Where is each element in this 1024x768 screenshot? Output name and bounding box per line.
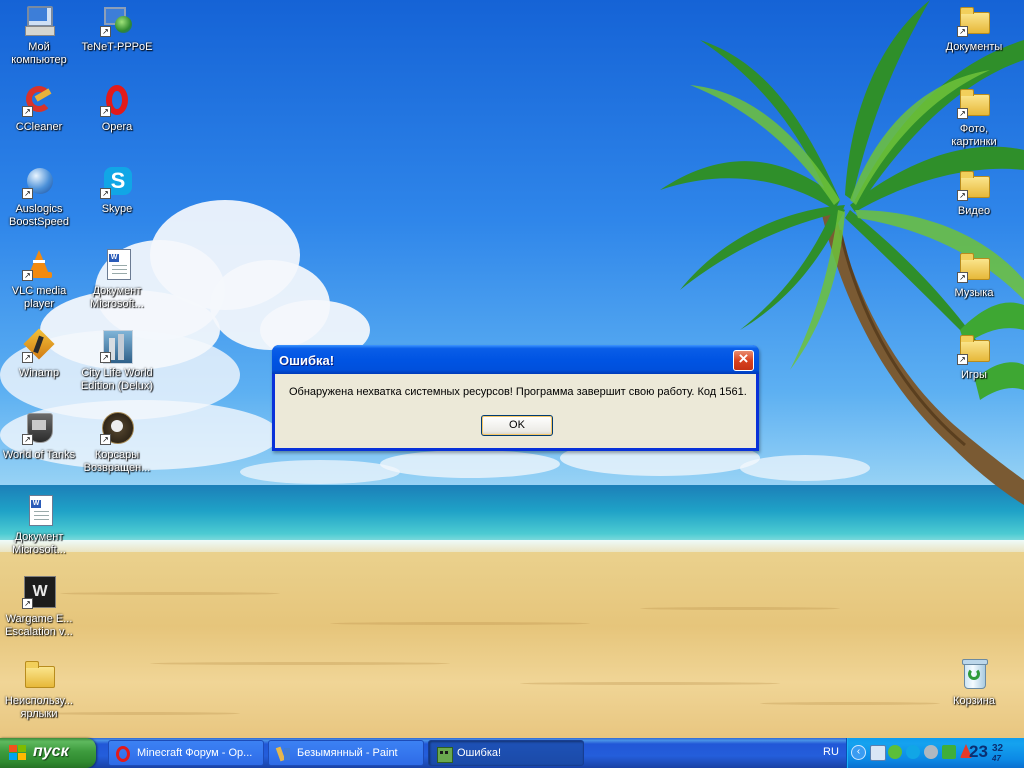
- folder-icon: ↗: [957, 86, 990, 119]
- folder-icon: ↗: [957, 4, 990, 37]
- folder-icon: ↗: [957, 250, 990, 283]
- system-tray: ‹ 23 32 47: [846, 738, 1024, 768]
- desktop-icon-unused-shortcuts[interactable]: Неиспользу... ярлыки: [0, 658, 78, 721]
- recycle-bin-icon: [958, 658, 990, 690]
- taskbar-task-paint[interactable]: Безымянный - Paint: [268, 740, 424, 766]
- desktop-icon-word-document-2[interactable]: W Документ Microsoft...: [0, 494, 78, 557]
- desktop-icon-recycle-bin[interactable]: Корзина: [935, 658, 1013, 708]
- desktop-icon-my-computer[interactable]: Мой компьютер: [0, 4, 78, 67]
- desktop-icon-video[interactable]: ↗ Видео: [935, 168, 1013, 218]
- minecraft-icon: [436, 746, 453, 763]
- my-computer-icon: [23, 4, 55, 36]
- network-tray-icon[interactable]: [870, 745, 886, 761]
- folder-icon: ↗: [957, 332, 990, 365]
- corsairs-icon: ↗: [100, 412, 134, 445]
- desktop-icon-corsairs[interactable]: ↗ Корсары Возвращен...: [78, 412, 156, 475]
- desktop-icon-wargame[interactable]: W ↗ Wargame E... Escalation v...: [0, 576, 78, 639]
- vlc-icon: ↗: [22, 248, 55, 281]
- dialog-title: Ошибка!: [279, 353, 335, 368]
- folder-icon: [23, 658, 55, 690]
- network-connection-icon: ↗: [100, 4, 133, 37]
- clock-seconds: 47: [992, 754, 1001, 763]
- desktop-icon-opera[interactable]: ↗ Opera: [78, 84, 156, 134]
- security-tray-icon[interactable]: [942, 745, 956, 759]
- taskbar: пуск Minecraft Форум - Op... Безымянный …: [0, 738, 1024, 768]
- folder-icon: ↗: [957, 168, 990, 201]
- close-icon: ×: [738, 349, 749, 368]
- desktop-icon-music[interactable]: ↗ Музыка: [935, 250, 1013, 300]
- word-document-icon: W: [101, 248, 133, 280]
- dialog-message: Обнаружена нехватка системных ресурсов! …: [289, 386, 747, 398]
- clock-minutes: 32: [992, 743, 1004, 754]
- taskbar-clock[interactable]: 23 32 47: [969, 742, 1003, 763]
- antivirus-tray-icon[interactable]: [924, 745, 938, 759]
- chevron-left-icon[interactable]: ‹: [851, 745, 866, 760]
- opera-icon: [116, 746, 132, 762]
- desktop-icon-city-life[interactable]: ↗ City Life World Edition (Delux): [78, 330, 156, 393]
- skype-icon: S ↗: [100, 166, 133, 199]
- desktop-icon-winamp[interactable]: ↗ Winamp: [0, 328, 78, 380]
- desktop-icon-word-document-1[interactable]: W Документ Microsoft...: [78, 248, 156, 311]
- ccleaner-icon: ↗: [22, 84, 55, 117]
- paint-icon: [275, 746, 292, 762]
- start-button[interactable]: пуск: [0, 738, 96, 768]
- language-indicator[interactable]: RU: [823, 746, 839, 758]
- city-life-icon: ↗: [100, 330, 133, 364]
- desktop-icon-skype[interactable]: S ↗ Skype: [78, 166, 156, 216]
- desktop-icon-world-of-tanks[interactable]: ↗ World of Tanks: [0, 412, 78, 462]
- desktop-icon-documents[interactable]: ↗ Документы: [935, 4, 1013, 54]
- word-document-icon: W: [23, 494, 55, 526]
- dialog-close-button[interactable]: ×: [733, 349, 754, 371]
- wargame-icon: W ↗: [22, 576, 56, 609]
- start-label: пуск: [33, 743, 69, 760]
- error-dialog[interactable]: Ошибка! × Обнаружена нехватка системных …: [272, 345, 759, 451]
- windows-logo-icon: [9, 745, 27, 761]
- desktop-icon-photos[interactable]: ↗ Фото, картинки: [935, 86, 1013, 149]
- desktop-icon-auslogics[interactable]: ↗ Auslogics BoostSpeed: [0, 166, 78, 229]
- desktop-icon-tenet-pppoe[interactable]: ↗ TeNeT-PPPoE: [78, 4, 156, 54]
- taskbar-task-opera[interactable]: Minecraft Форум - Op...: [108, 740, 264, 766]
- desktop-icon-vlc[interactable]: ↗ VLC media player: [0, 248, 78, 311]
- desktop-icon-games[interactable]: ↗ Игры: [935, 332, 1013, 382]
- skype-tray-icon[interactable]: [906, 745, 920, 759]
- world-of-tanks-icon: ↗: [22, 412, 55, 445]
- dialog-titlebar[interactable]: Ошибка! ×: [272, 345, 759, 374]
- ok-button[interactable]: OK: [481, 415, 553, 436]
- winamp-icon: ↗: [22, 328, 55, 363]
- desktop-icon-ccleaner[interactable]: ↗ CCleaner: [0, 84, 78, 134]
- clock-hours: 23: [969, 742, 988, 761]
- opera-icon: ↗: [100, 84, 133, 117]
- dialog-body: Обнаружена нехватка системных ресурсов! …: [275, 374, 756, 448]
- taskbar-task-error[interactable]: Ошибка!: [428, 740, 584, 766]
- auslogics-icon: ↗: [22, 166, 55, 199]
- utorrent-tray-icon[interactable]: [888, 745, 902, 759]
